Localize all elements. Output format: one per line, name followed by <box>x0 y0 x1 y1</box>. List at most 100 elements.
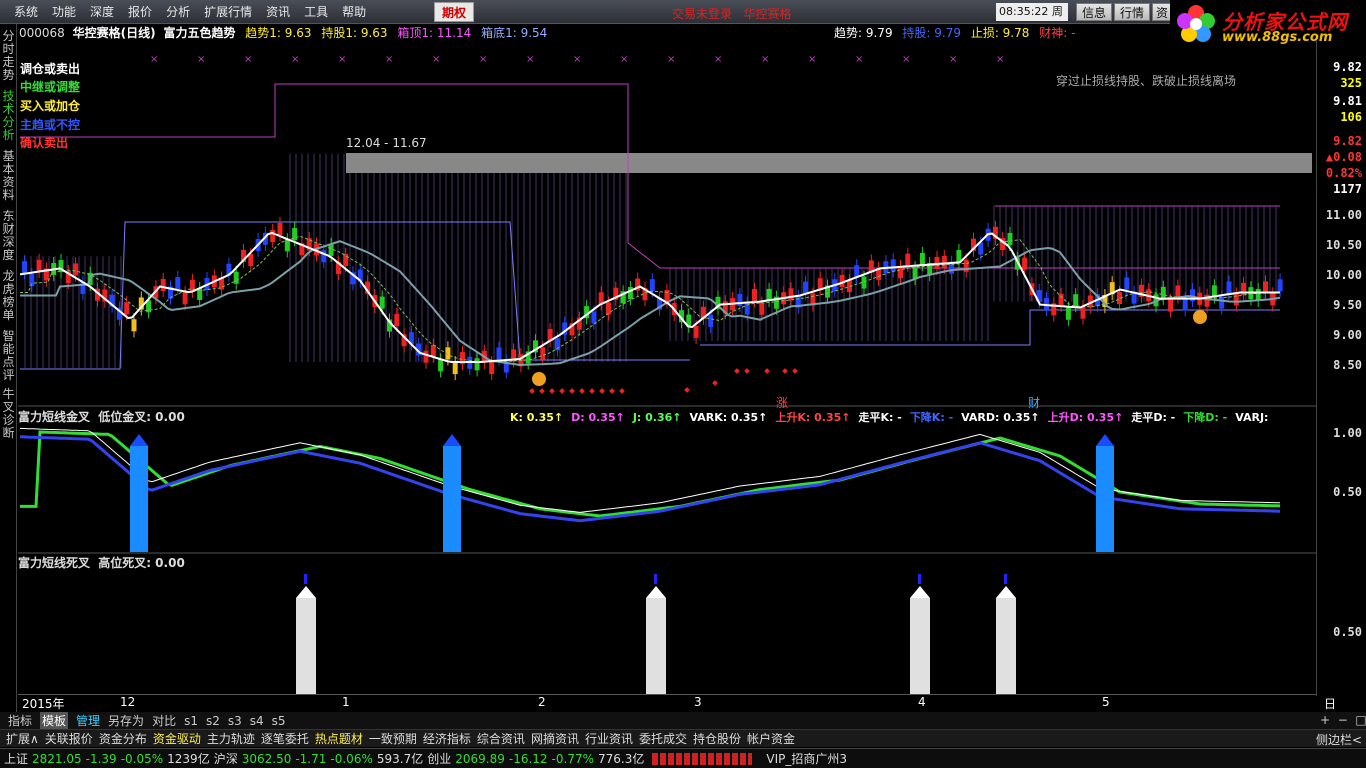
axis-label: 8.50 <box>1333 358 1362 372</box>
app-window: 系统 功能 深度 报价 分析 扩展行情 资讯 工具 帮助 期权 交易未登录 华控赛格 08:35… <box>0 0 1366 768</box>
indicator-tab[interactable]: s5 <box>272 714 286 728</box>
status-bar: 上证 2821.05 -1.39 -0.05% 1239亿 沪深 3062.50… <box>0 748 1366 768</box>
function-tab[interactable]: 逐笔委托 <box>261 730 309 747</box>
cy-label: 创业 <box>427 752 452 766</box>
zoom-in-button[interactable]: + <box>1320 713 1330 727</box>
function-tab[interactable]: 委托成交 <box>639 730 687 747</box>
candle-body <box>131 319 137 332</box>
indicator-tab[interactable]: s1 <box>184 714 198 728</box>
golden-cross-marker <box>443 434 461 446</box>
axis-label: 10.50 <box>1325 238 1362 252</box>
golden-cross-marker <box>1096 434 1114 446</box>
market-breadth-bar <box>652 752 753 765</box>
sub2-name: 富力短线死叉 <box>18 556 91 570</box>
top-mark: × <box>761 54 769 65</box>
candle-body <box>182 292 188 305</box>
indicator-tab[interactable]: 指标 <box>8 712 32 729</box>
box-bottom-line <box>700 309 1280 346</box>
price-axis: 9.82 325 9.81 106 9.82 ▲0.08 0.82% 1177 … <box>1316 40 1366 696</box>
axis-label: 106 <box>1340 110 1362 124</box>
top-mark: × <box>714 54 722 65</box>
signal-marker <box>764 368 770 374</box>
function-tab[interactable]: 资金驱动 <box>153 730 201 747</box>
function-tab[interactable]: 热点题材 <box>315 730 363 747</box>
indicator-tab[interactable]: s4 <box>250 714 264 728</box>
function-tab[interactable]: 网摘资讯 <box>531 730 579 747</box>
candle-body <box>284 239 290 252</box>
sub1-axis-label: 1.00 <box>1333 426 1362 440</box>
top-mark: × <box>902 54 910 65</box>
sh-pct: -0.05% <box>120 751 164 766</box>
sidebar-toggle[interactable]: 侧边栏< <box>1316 731 1362 748</box>
signal-marker <box>792 368 798 374</box>
fullscreen-button[interactable]: □ <box>1355 713 1366 727</box>
kdj-item: 走平K: - <box>858 411 902 424</box>
candle-body <box>321 250 327 263</box>
function-tab[interactable]: 资金分布 <box>99 730 147 747</box>
sub2-label: 高位死叉: 0.00 <box>98 556 185 570</box>
vip-account: VIP_招商广州3 <box>766 752 847 766</box>
death-cross-bar <box>296 598 316 694</box>
buy-signal-icon <box>532 372 546 386</box>
top-mark: × <box>432 54 440 65</box>
function-tab[interactable]: 扩展∧ <box>6 730 39 747</box>
top-mark: × <box>385 54 393 65</box>
time-label: 5 <box>1102 695 1110 709</box>
indicator-tab[interactable]: s3 <box>228 714 242 728</box>
candle-body <box>693 325 699 338</box>
time-label: 2 <box>538 695 546 709</box>
indicator-tab[interactable]: s2 <box>206 714 220 728</box>
hint-text: 穿过止损线持股、跌破止损线离场 <box>1056 74 1237 88</box>
candle-body <box>1007 232 1013 245</box>
function-tab[interactable]: 一致预期 <box>369 730 417 747</box>
range-label: 12.04 - 11.67 <box>346 136 427 150</box>
cy-index: 2069.89 <box>455 751 505 766</box>
candle-body <box>708 315 714 328</box>
indicator-tab[interactable]: 另存为 <box>108 712 144 729</box>
candle-body <box>277 223 283 236</box>
function-tab[interactable]: 主力轨迹 <box>207 730 255 747</box>
candle-body <box>934 256 940 269</box>
candle-body <box>489 362 495 375</box>
signal-marker <box>559 388 565 394</box>
axis-label: 10.00 <box>1325 268 1362 282</box>
function-tab[interactable]: 行业资讯 <box>585 730 633 747</box>
candle-body <box>124 302 130 315</box>
top-mark: × <box>620 54 628 65</box>
sub1-name: 富力短线金叉 <box>18 410 91 424</box>
signal-marker <box>529 388 535 394</box>
candle-body <box>36 259 42 272</box>
candle-body <box>627 287 633 300</box>
kdj-item: J: 0.36↑ <box>632 411 682 424</box>
candle-body <box>752 289 757 302</box>
top-mark: × <box>338 54 346 65</box>
kline-chart[interactable]: × × × × × × × × × × × × × × × × × × × <box>0 0 1316 694</box>
kdj-item: VARD: 0.35↑ <box>961 411 1040 424</box>
kdj-item: 下降D: - <box>1183 411 1228 424</box>
indicator-tab[interactable]: 管理 <box>76 712 100 729</box>
function-tab[interactable]: 帐户资金 <box>747 730 795 747</box>
candle-body <box>1168 299 1174 312</box>
axis-label: 9.00 <box>1333 328 1362 342</box>
signal-marker <box>684 387 690 393</box>
candle-body <box>890 259 896 272</box>
signal-marker <box>599 388 605 394</box>
indicator-tab[interactable]: 模板 <box>40 712 69 729</box>
function-tab[interactable]: 持仓股份 <box>693 730 741 747</box>
function-tab[interactable]: 经济指标 <box>423 730 471 747</box>
candle-body <box>1277 279 1283 292</box>
death-cross-marker <box>296 586 316 598</box>
function-tab[interactable]: 关联报价 <box>45 730 93 747</box>
kdj-values: K: 0.35↑ D: 0.35↑ J: 0.36↑ VARK: 0.35↑ 上升K: … <box>510 409 1276 425</box>
candle-body <box>343 253 349 266</box>
signal-marker <box>734 368 740 374</box>
hs-index: 3062.50 <box>241 751 292 766</box>
indicator-tab[interactable]: 对比 <box>152 712 176 729</box>
candle-body <box>941 255 947 268</box>
time-label: 1 <box>342 695 350 709</box>
zoom-out-button[interactable]: − <box>1338 713 1348 727</box>
candle-body <box>160 278 166 291</box>
sub2-axis-label: 0.50 <box>1333 625 1362 639</box>
candle-body <box>1175 285 1181 298</box>
function-tab[interactable]: 综合资讯 <box>477 730 525 747</box>
